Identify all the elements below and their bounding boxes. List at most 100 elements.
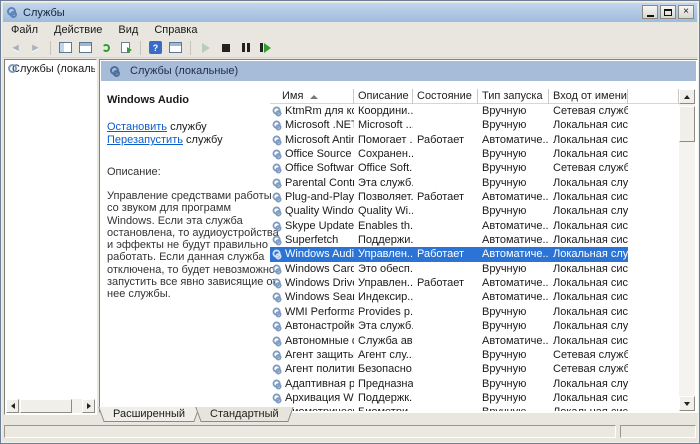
restart-service-line: Перезапустить службу	[107, 134, 279, 147]
back-button[interactable]: ◄	[7, 40, 24, 56]
scrollbar-thumb[interactable]	[20, 399, 72, 413]
table-row[interactable]: Microsoft .NET Fr...Microsoft ....Вручну…	[270, 118, 628, 132]
table-row[interactable]: Агент защиты сет...Агент слу...ВручнуюСе…	[270, 348, 628, 362]
tree-item-services-local[interactable]: Службы (локальные)	[8, 63, 95, 75]
table-row[interactable]: Агент политики I...Безопасно...ВручнуюСе…	[270, 362, 628, 376]
tree-horizontal-scrollbar[interactable]	[6, 399, 95, 413]
start-service-button[interactable]	[197, 40, 214, 56]
cell-logon-as: Локальная сис...	[549, 233, 628, 247]
refresh-button[interactable]	[97, 40, 114, 56]
menu-view[interactable]: Вид	[110, 24, 146, 36]
table-row[interactable]: WMI Performance...Provides p...ВручнуюЛо…	[270, 305, 628, 319]
scroll-right-button[interactable]	[82, 399, 95, 413]
titlebar[interactable]: Службы ×	[3, 3, 697, 22]
table-row[interactable]: Skype UpdaterEnables th...Автоматиче...Л…	[270, 219, 628, 233]
cell-logon-as: Сетевая служба	[549, 362, 628, 376]
cell-logon-as: Локальная сис...	[549, 391, 628, 405]
refresh-icon	[102, 44, 110, 52]
column-header-logon-as[interactable]: Вход от имени	[549, 89, 628, 104]
selected-service-name: Windows Audio	[107, 94, 279, 106]
column-header-description[interactable]: Описание	[354, 89, 413, 104]
cell-description: Enables th...	[354, 219, 413, 233]
scroll-up-icon	[684, 95, 690, 99]
column-header-status[interactable]: Состояние	[413, 89, 478, 104]
table-row[interactable]: Windows CardSpa...Это обесп...ВручнуюЛок…	[270, 262, 628, 276]
scroll-up-button[interactable]	[679, 89, 695, 104]
table-row[interactable]: Windows AudioУправлен...РаботаетАвтомати…	[270, 247, 628, 261]
scroll-down-button[interactable]	[679, 396, 695, 411]
table-row[interactable]: SuperfetchПоддержи...Автоматиче...Локаль…	[270, 233, 628, 247]
cell-logon-as: Локальная слу...	[549, 377, 628, 391]
cell-startup-type: Вручную	[478, 362, 549, 376]
table-row[interactable]: Адаптивная регу...Предназна...ВручнуюЛок…	[270, 377, 628, 391]
cell-description: Служба ав...	[354, 334, 413, 348]
table-row[interactable]: Office Software Pr...Office Soft...Вручн…	[270, 161, 628, 175]
properties-button[interactable]	[167, 40, 184, 56]
cell-startup-type: Автоматиче...	[478, 233, 549, 247]
export-list-button[interactable]	[117, 40, 134, 56]
tab-extended-label: Расширенный	[113, 408, 185, 420]
cell-name: KtmRm для коор...	[270, 104, 354, 118]
maximize-button[interactable]	[660, 5, 676, 19]
cell-name: Microsoft .NET Fr...	[270, 118, 354, 132]
cell-status: Работает	[413, 133, 478, 147]
table-row[interactable]: Биометрическая ...Биометри...ВручнуюЛока…	[270, 405, 628, 411]
column-header-startup-type[interactable]: Тип запуска	[478, 89, 549, 104]
back-icon: ◄	[10, 42, 21, 54]
menu-help[interactable]: Справка	[146, 24, 205, 36]
scrollbar-thumb[interactable]	[679, 106, 695, 142]
cell-startup-type: Вручную	[478, 176, 549, 190]
cell-name: Parental Controls	[270, 176, 354, 190]
cell-description: Microsoft ....	[354, 118, 413, 132]
cell-status	[413, 290, 478, 304]
description-text: Управление средствами работы со звуком д…	[107, 190, 279, 301]
cell-status	[413, 305, 478, 319]
list-vertical-scrollbar[interactable]	[679, 89, 695, 411]
table-row[interactable]: Автономные фай...Служба ав...Автоматиче.…	[270, 334, 628, 348]
show-console-tree-button[interactable]	[57, 40, 74, 56]
minimize-icon	[647, 15, 654, 17]
table-row[interactable]: Windows Driver F...Управлен...РаботаетАв…	[270, 276, 628, 290]
console-window-button[interactable]	[77, 40, 94, 56]
table-row[interactable]: Автонастройка W...Эта служб...ВручнуюЛок…	[270, 319, 628, 333]
table-row[interactable]: Quality Windows ...Quality Wi...ВручнуюЛ…	[270, 204, 628, 218]
cell-status	[413, 262, 478, 276]
tab-extended[interactable]: Расширенный	[105, 407, 193, 422]
cell-startup-type: Вручную	[478, 391, 549, 405]
cell-description: Поддержк...	[354, 391, 413, 405]
table-row[interactable]: Microsoft Antimal...Помогает ...Работает…	[270, 133, 628, 147]
cell-status	[413, 319, 478, 333]
cell-description: Позволяет...	[354, 190, 413, 204]
help-button[interactable]: ?	[147, 40, 164, 56]
forward-icon: ►	[30, 42, 41, 54]
scroll-left-button[interactable]	[6, 399, 19, 413]
panel-header-title: Службы (локальные)	[130, 65, 238, 77]
table-row[interactable]: Windows SearchИндексир...Автоматиче...Ло…	[270, 290, 628, 304]
stop-service-button[interactable]	[217, 40, 234, 56]
cell-name: Адаптивная регу...	[270, 377, 354, 391]
stop-service-link[interactable]: Остановить	[107, 121, 167, 133]
cell-startup-type: Автоматиче...	[478, 219, 549, 233]
table-row[interactable]: Архивация Windo...Поддержк...ВручнуюЛока…	[270, 391, 628, 405]
restart-service-link[interactable]: Перезапустить	[107, 134, 183, 146]
cell-startup-type: Автоматиче...	[478, 133, 549, 147]
table-row[interactable]: Plug-and-PlayПозволяет...РаботаетАвтомат…	[270, 190, 628, 204]
services-header-icon	[110, 66, 121, 77]
start-service-icon	[202, 43, 210, 53]
restart-service-button[interactable]	[257, 40, 274, 56]
menu-file[interactable]: Файл	[3, 24, 46, 36]
tree-item-label: Службы (локальные)	[12, 63, 95, 75]
cell-startup-type: Вручную	[478, 305, 549, 319]
console-window-icon	[79, 42, 92, 53]
column-header-name[interactable]: Имя	[270, 89, 354, 104]
close-button[interactable]: ×	[678, 5, 694, 19]
tab-standard[interactable]: Стандартный	[202, 407, 287, 422]
minimize-button[interactable]	[642, 5, 658, 19]
scrollbar-track[interactable]	[72, 399, 82, 413]
pause-service-button[interactable]	[237, 40, 254, 56]
table-row[interactable]: Office Source Eng...Сохранен...ВручнуюЛо…	[270, 147, 628, 161]
menu-action[interactable]: Действие	[46, 24, 110, 36]
table-row[interactable]: Parental ControlsЭта служб...ВручнуюЛока…	[270, 176, 628, 190]
forward-button[interactable]: ►	[27, 40, 44, 56]
table-row[interactable]: KtmRm для коор...Координи...ВручнуюСетев…	[270, 104, 628, 118]
